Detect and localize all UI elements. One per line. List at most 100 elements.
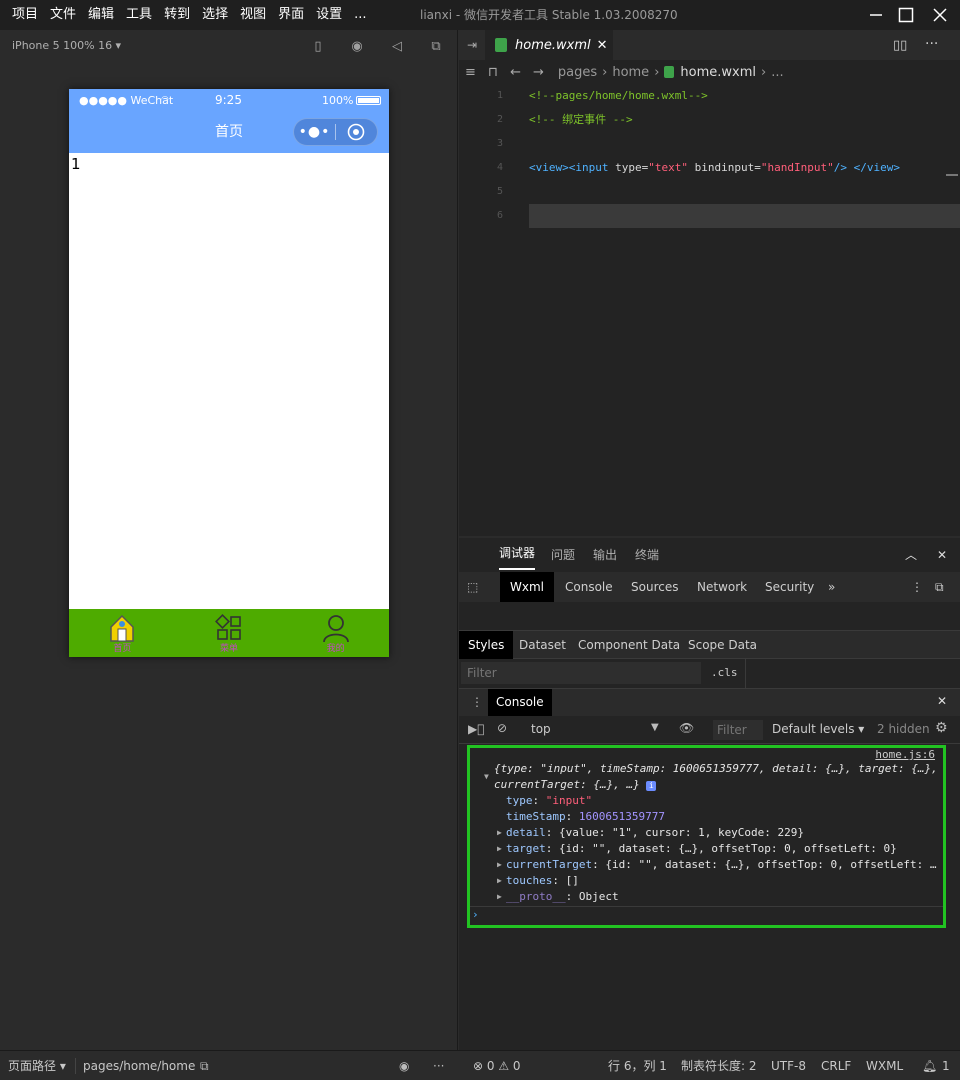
chevron-up-icon[interactable]: ︿ <box>905 538 917 572</box>
clear-console-icon[interactable]: ⊘ <box>497 721 507 735</box>
speaker-icon[interactable]: ◁ <box>389 38 405 54</box>
menu-select[interactable]: 选择 <box>196 0 234 30</box>
record-icon[interactable]: ◉ <box>349 38 365 54</box>
popout-icon[interactable]: ⧉ <box>428 38 444 54</box>
prop-touches[interactable]: touches: [] <box>506 873 579 889</box>
cursor-position[interactable]: 行 6，列 1 <box>608 1051 667 1080</box>
device-select[interactable]: iPhone 5 100% 16 ▾ <box>12 39 121 52</box>
tab-component-data[interactable]: Component Data <box>578 631 680 659</box>
breadcrumb-more[interactable]: ... <box>771 65 783 80</box>
close-panel-icon[interactable]: ✕ <box>937 538 947 572</box>
tab-sources[interactable]: Sources <box>631 572 678 602</box>
more-dots-icon[interactable]: •●• <box>294 124 335 140</box>
breadcrumb-home[interactable]: home <box>612 65 649 80</box>
console-drawer-tab[interactable]: Console <box>488 689 552 716</box>
gear-icon[interactable]: ⚙ <box>935 720 948 736</box>
prop-detail[interactable]: detail: {value: "1", cursor: 1, keyCode:… <box>506 825 804 841</box>
menu-project[interactable]: 项目 <box>6 0 44 30</box>
tab-security[interactable]: Security <box>765 572 814 602</box>
menu-interface[interactable]: 界面 <box>272 0 310 30</box>
tab-network[interactable]: Network <box>697 572 747 602</box>
expand-triangle-icon[interactable]: ▶ <box>497 860 502 869</box>
file-tab-home-wxml[interactable]: home.wxml ✕ <box>485 30 613 60</box>
menu-tools[interactable]: 工具 <box>120 0 158 30</box>
log-levels-select[interactable]: Default levels ▾ <box>772 722 864 736</box>
inspect-icon[interactable]: ⬚ <box>467 572 478 602</box>
chevron-down-icon[interactable]: ▼ <box>651 722 659 733</box>
tab-dataset[interactable]: Dataset <box>519 631 566 659</box>
capsule-menu[interactable]: •●• <box>293 118 378 146</box>
menu-file[interactable]: 文件 <box>44 0 82 30</box>
tab-menu[interactable]: 菜单 <box>176 609 283 657</box>
tab-debugger[interactable]: 调试器 <box>499 538 536 570</box>
console-filter-input[interactable] <box>713 720 763 740</box>
back-arrow-icon[interactable]: ← <box>510 65 521 80</box>
expand-triangle-icon[interactable]: ▼ <box>484 772 489 781</box>
tab-problems[interactable]: 问题 <box>551 538 575 572</box>
tab-terminal[interactable]: 终端 <box>635 538 659 572</box>
menu-view[interactable]: 视图 <box>234 0 272 30</box>
prop-current-target[interactable]: currentTarget: {id: "", dataset: {…}, of… <box>506 857 936 873</box>
language-mode[interactable]: WXML <box>866 1051 903 1080</box>
phone-icon[interactable]: ▯ <box>310 38 326 54</box>
kebab-menu-icon[interactable]: ⋮ <box>471 695 483 709</box>
tab-scope-data[interactable]: Scope Data <box>688 631 757 659</box>
outline-icon[interactable]: ≡ <box>465 65 476 80</box>
notifications-bell-icon[interactable]: 🔔︎ <box>922 1051 937 1080</box>
prop-proto[interactable]: __proto__: Object <box>506 889 619 905</box>
tab-styles[interactable]: Styles <box>459 631 514 659</box>
menu-more[interactable]: ... <box>348 0 372 30</box>
code-text: <view><input type="text" bindinput="hand… <box>529 161 900 174</box>
kebab-menu-icon[interactable]: ⋮ <box>911 572 923 602</box>
code-line: 2 <!-- 绑定事件 --> <box>459 108 960 132</box>
collapse-sidebar-icon[interactable]: ⇥ <box>467 38 477 52</box>
menu-settings[interactable]: 设置 <box>310 0 348 30</box>
more-icon[interactable]: ··· <box>433 1051 444 1080</box>
more-actions-icon[interactable]: ··· <box>925 36 938 52</box>
bookmark-icon[interactable]: ⊓ <box>488 65 498 80</box>
expand-triangle-icon[interactable]: ▶ <box>497 828 502 837</box>
more-tabs-icon[interactable]: » <box>828 572 835 602</box>
page-path-menu[interactable]: 页面路径 ▾ <box>8 1051 66 1080</box>
expand-triangle-icon[interactable]: ▶ <box>497 844 502 853</box>
problems-count[interactable]: ⊗ 0 ⚠ 0 <box>473 1051 521 1080</box>
close-window-button[interactable] <box>922 0 958 30</box>
close-drawer-icon[interactable]: ✕ <box>937 694 947 708</box>
tab-output[interactable]: 输出 <box>593 538 617 572</box>
console-log-entry[interactable]: home.js:6 ▼ {type: "input", timeStamp: 1… <box>467 745 946 928</box>
context-select[interactable]: top <box>531 722 551 736</box>
breadcrumb-pages[interactable]: pages <box>558 65 597 80</box>
menu-goto[interactable]: 转到 <box>158 0 196 30</box>
breadcrumb-file[interactable]: home.wxml <box>680 65 756 80</box>
prop-target[interactable]: target: {id: "", dataset: {…}, offsetTop… <box>506 841 897 857</box>
styles-filter-input[interactable] <box>461 662 701 684</box>
code-line-current: 6 <box>459 204 960 228</box>
devtools-top-tabs: 调试器 问题 输出 终端 ︿ ✕ <box>459 538 960 572</box>
code-area[interactable]: 1 <!--pages/home/home.wxml--> 2 <!-- 绑定事… <box>459 84 960 228</box>
copy-icon[interactable]: ⧉ <box>200 1051 209 1080</box>
eye-icon[interactable]: 👁 <box>679 721 694 735</box>
close-tab-icon[interactable]: ✕ <box>597 38 608 53</box>
exit-circle-icon[interactable] <box>336 123 377 141</box>
hidden-count: 2 hidden <box>877 722 930 736</box>
line-number: 4 <box>496 162 503 173</box>
tab-wxml[interactable]: Wxml <box>500 572 554 602</box>
split-editor-icon[interactable]: ▯▯ <box>893 38 907 53</box>
cls-toggle[interactable]: .cls <box>711 666 738 679</box>
expand-triangle-icon[interactable]: ▶ <box>497 892 502 901</box>
forward-arrow-icon[interactable]: → <box>533 65 544 80</box>
sidebar-toggle-icon[interactable]: ▶⃞ <box>468 722 484 736</box>
tab-size[interactable]: 制表符长度: 2 <box>681 1051 757 1080</box>
line-ending[interactable]: CRLF <box>821 1051 851 1080</box>
tab-home[interactable]: 首页 <box>69 609 176 657</box>
log-source-link[interactable]: home.js:6 <box>875 748 935 761</box>
tab-console[interactable]: Console <box>565 572 613 602</box>
expand-triangle-icon[interactable]: ▶ <box>497 876 502 885</box>
menu-edit[interactable]: 编辑 <box>82 0 120 30</box>
eye-icon[interactable]: ◉ <box>399 1051 409 1080</box>
dock-icon[interactable]: ⧉ <box>935 572 944 602</box>
encoding[interactable]: UTF-8 <box>771 1051 806 1080</box>
tab-mine[interactable]: 我的 <box>282 609 389 657</box>
console-prompt-icon[interactable]: › <box>472 908 479 921</box>
maximize-button[interactable] <box>888 0 924 30</box>
